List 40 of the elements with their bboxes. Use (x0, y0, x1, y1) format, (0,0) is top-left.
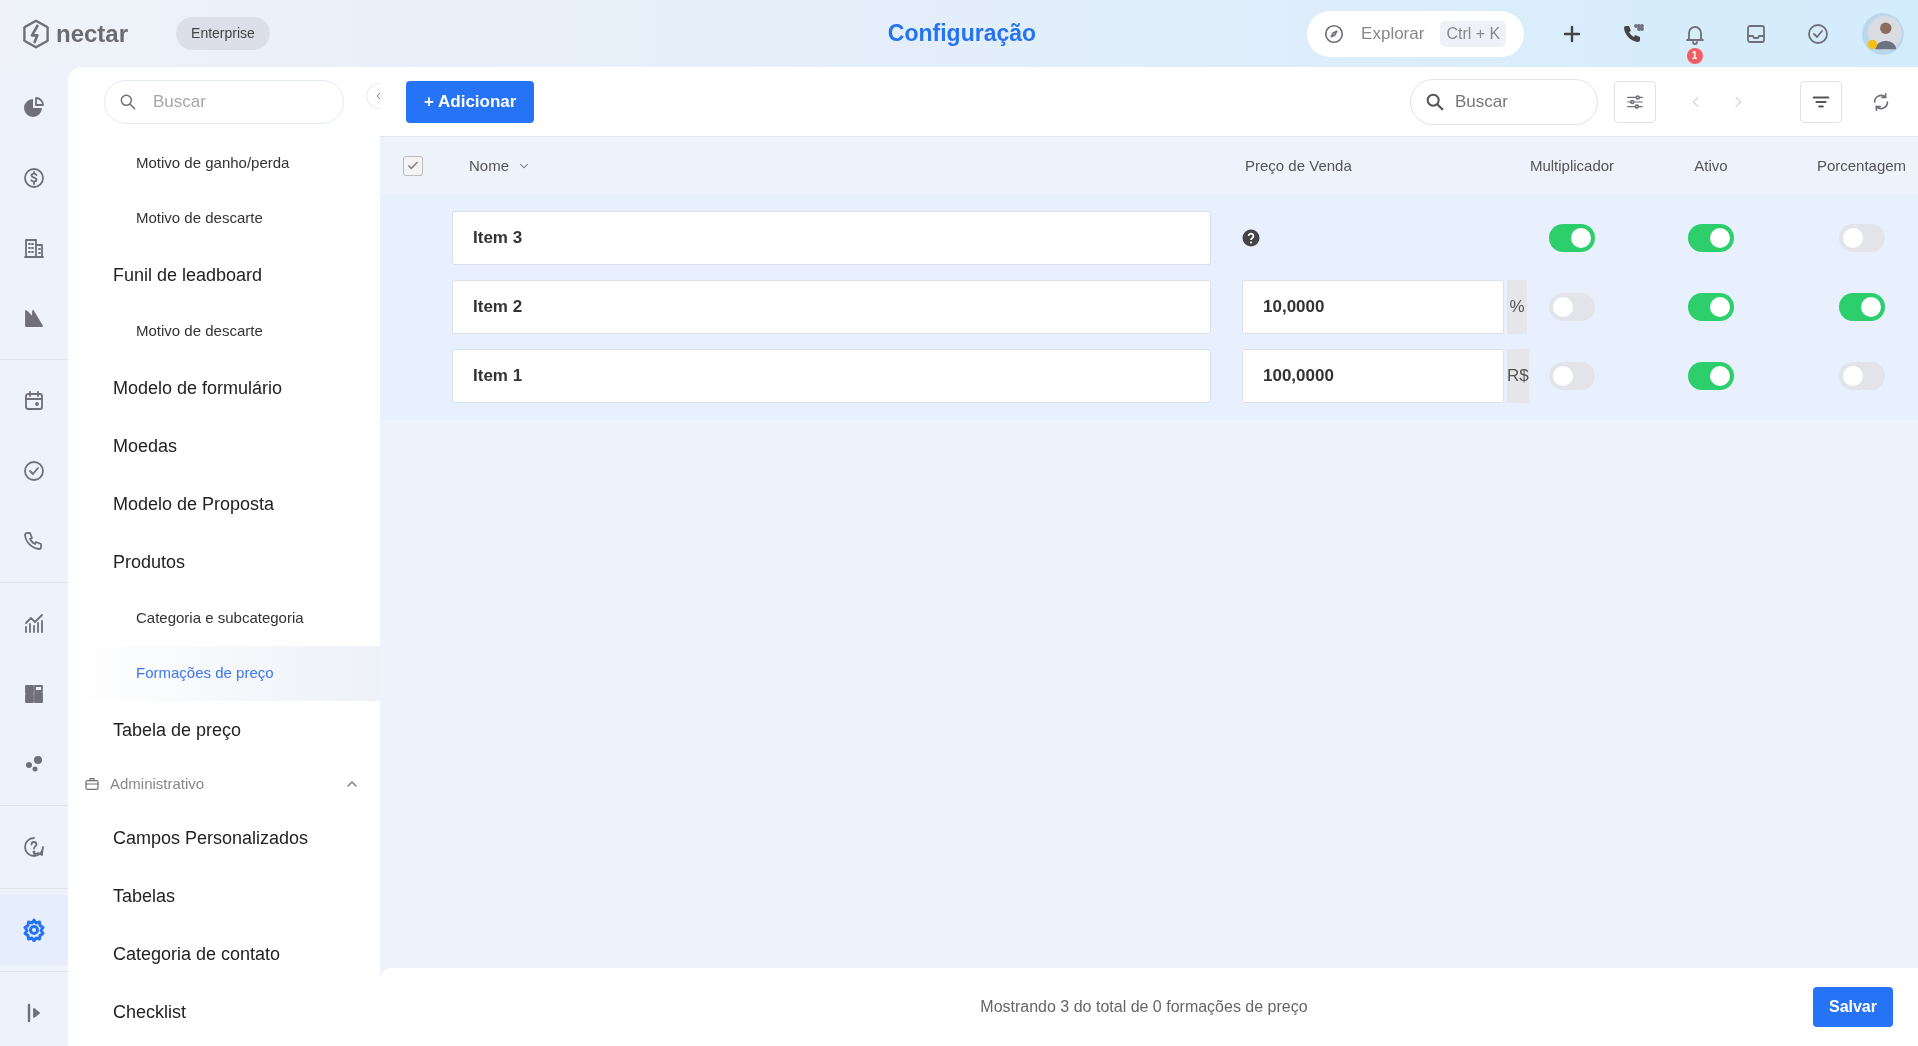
column-header: Multiplicador (1529, 156, 1615, 174)
sidebar-item[interactable]: Motivo de descarte (68, 304, 380, 359)
sidebar-item[interactable]: Checklist (68, 983, 380, 1041)
brand-name: nectar (56, 18, 129, 49)
name-field[interactable]: Item 3 (452, 210, 1211, 265)
plan-badge: Enterprise (176, 17, 270, 50)
sidebar-item[interactable]: Motivo de descarte (68, 191, 380, 246)
sidebar-item[interactable]: Produtos (68, 533, 380, 591)
sidebar-item[interactable]: Modelo de Proposta (68, 475, 380, 533)
explore-field[interactable]: Explorar Ctrl + K (1307, 10, 1524, 57)
sidebar-item[interactable]: Campos Personalizados (68, 809, 380, 867)
sidebar-item[interactable]: Motivo de ganho/perda (68, 136, 380, 191)
add-button[interactable]: + Adicionar (406, 80, 535, 123)
notification-count: 1 (1686, 47, 1703, 64)
summary-text: Mostrando 3 do total de 0 formações de preço (979, 997, 1309, 1017)
section-header[interactable]: Administrativo (68, 759, 380, 809)
name-field[interactable]: Item 2 (452, 279, 1211, 334)
sidebar-item[interactable]: Categoria e subcategoria (68, 591, 380, 646)
search-field[interactable]: Buscar (1410, 78, 1598, 125)
shortcut-hint: Ctrl + K (1440, 20, 1507, 47)
unit-addon: R$ (1507, 348, 1529, 403)
page-title: Configuração (887, 19, 1037, 49)
sidebar-item[interactable]: Funil de leadboard (68, 246, 380, 304)
name-field[interactable]: Item 1 (452, 348, 1211, 403)
column-header: Nome (469, 155, 509, 176)
price-field[interactable]: 100,0000 (1242, 348, 1504, 403)
section-label: Administrativo (110, 773, 206, 794)
sidebar-item[interactable]: Modelo de formulário (68, 359, 380, 417)
sidebar-item[interactable]: Tabelas (68, 867, 380, 925)
price-field[interactable]: 10,0000 (1242, 279, 1504, 334)
column-header: Porcentagem (1816, 156, 1907, 174)
save-button[interactable]: Salvar (1812, 987, 1893, 1027)
sidebar-item[interactable]: Moedas (68, 417, 380, 475)
column-header: Ativo (1694, 156, 1728, 174)
search-field[interactable]: Buscar (104, 80, 344, 124)
sidebar-item[interactable]: Categoria de contato (68, 925, 380, 983)
sidebar-item[interactable]: Tabela de preço (68, 701, 380, 759)
column-header: Preço de Venda (1245, 156, 1352, 174)
unit-addon: % (1507, 279, 1527, 334)
explore-placeholder: Explorar (1361, 22, 1425, 45)
